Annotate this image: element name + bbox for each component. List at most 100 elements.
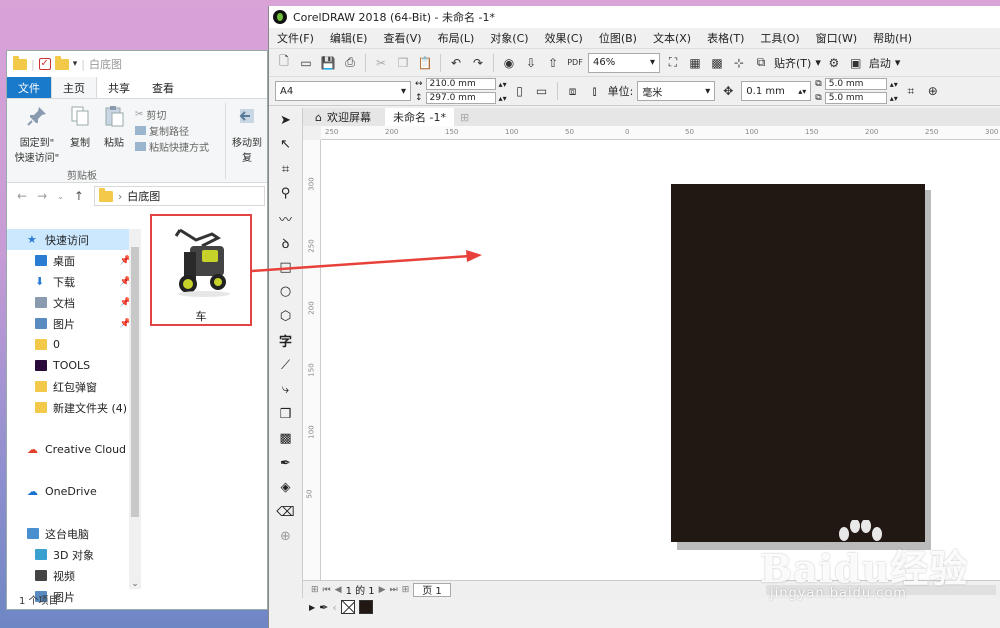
scrollbar-thumb[interactable] [131, 247, 139, 517]
save-icon[interactable]: 💾 [319, 54, 337, 72]
tab-view[interactable]: 查看 [141, 77, 185, 98]
tab-welcome-screen[interactable]: ⌂ 欢迎屏幕 [307, 108, 379, 126]
next-page-icon[interactable]: ▶ [379, 585, 386, 595]
spinner-icon[interactable]: ▴▾ [890, 80, 898, 89]
menu-item[interactable]: 编辑(E) [322, 30, 376, 46]
text-tool-icon[interactable]: 字 [269, 329, 302, 354]
new-folder-icon[interactable] [54, 55, 69, 70]
up-arrow-icon[interactable]: ↑ [74, 189, 84, 203]
print-icon[interactable]: ⎙ [341, 54, 359, 72]
menu-item[interactable]: 表格(T) [699, 30, 752, 46]
launch-button[interactable]: 启动 [869, 55, 891, 71]
nudge-distance-input[interactable]: 0.1 mm ▴▾ [741, 81, 812, 101]
import-icon[interactable]: ⇩ [522, 54, 540, 72]
pdf-icon[interactable]: PDF [566, 54, 584, 72]
tab-untitled-document[interactable]: 未命名 -1* [384, 108, 454, 126]
menu-item[interactable]: 文件(F) [269, 30, 322, 46]
menu-item[interactable]: 对象(C) [482, 30, 536, 46]
nav-item[interactable]: ★ 快速访问 [7, 229, 137, 250]
portrait-icon[interactable]: ▯ [511, 82, 529, 100]
quick-access-dropdown-icon[interactable]: ▾ [73, 59, 78, 69]
nav-item[interactable]: 视频 [7, 565, 137, 586]
spinner-icon[interactable]: ▴▾ [499, 80, 507, 89]
nav-item[interactable]: 新建文件夹 (4) [7, 397, 137, 418]
navigation-scrollbar[interactable]: ⌄ [129, 229, 141, 589]
menu-item[interactable]: 文本(X) [645, 30, 699, 46]
page-width-input[interactable]: 210.0 mm [425, 78, 496, 90]
last-page-icon[interactable]: ⏭ [390, 585, 398, 595]
nav-item[interactable]: 红包弹窗 [7, 376, 137, 397]
artistic-media-icon[interactable]: ꝺ [269, 231, 302, 256]
freehand-tool-icon[interactable]: 〰 [269, 206, 302, 231]
drop-shadow-icon[interactable]: ❒ [269, 402, 302, 427]
page-height-input[interactable]: 297.0 mm [425, 92, 496, 104]
nav-item[interactable]: 0 [7, 334, 137, 355]
menu-item[interactable]: 位图(B) [591, 30, 645, 46]
back-arrow-icon[interactable]: ← [17, 189, 27, 203]
horizontal-ruler[interactable]: 25020015010050050100150200250300350 [321, 126, 1000, 140]
undo-icon[interactable]: ↶ [447, 54, 465, 72]
show-guidelines-icon[interactable]: ⊹ [730, 54, 748, 72]
no-color-swatch[interactable] [340, 600, 355, 614]
menu-item[interactable]: 工具(O) [752, 30, 807, 46]
nav-item[interactable]: 文档 📌 [7, 292, 137, 313]
rectangle-tool-icon[interactable]: □ [269, 255, 302, 280]
scroll-down-icon[interactable]: ⌄ [129, 579, 141, 589]
file-item-car[interactable]: 车 [150, 214, 252, 326]
landscape-icon[interactable]: ▭ [533, 82, 551, 100]
parallel-dimension-icon[interactable]: ⟋ [269, 353, 302, 378]
zoom-level-combo[interactable]: 46% ▾ [588, 52, 660, 73]
ellipse-tool-icon[interactable]: ○ [269, 280, 302, 305]
tab-share[interactable]: 共享 [97, 77, 141, 98]
paste-icon[interactable]: 📋 [416, 54, 434, 72]
shape-tool-icon[interactable]: ↖ [269, 133, 302, 158]
show-rulers-icon[interactable]: ▦ [686, 54, 704, 72]
tab-home[interactable]: 主页 [51, 77, 97, 98]
menu-item[interactable]: 布局(L) [430, 30, 483, 46]
nav-item[interactable]: 这台电脑 [7, 523, 137, 544]
gear-icon[interactable]: ⚙ [825, 54, 843, 72]
spinner-icon[interactable]: ▴▾ [890, 94, 898, 103]
zoom-tool-icon[interactable]: ⚲ [269, 182, 302, 207]
vertical-ruler[interactable]: 300 250 200 150 100 50 [303, 140, 321, 580]
eyedropper-tool-icon[interactable]: ✒ [269, 451, 302, 476]
pin-to-quick-access-button[interactable]: 固定到" 快速访问" [11, 105, 63, 164]
add-tool-icon[interactable]: ⊕ [269, 525, 302, 550]
first-page-icon[interactable]: ⏮ [323, 585, 331, 595]
menu-item[interactable]: 查看(V) [375, 30, 429, 46]
redo-icon[interactable]: ↷ [469, 54, 487, 72]
palette-arrow-icon[interactable]: ▶ [309, 603, 315, 612]
add-page-icon[interactable]: ⊞ [311, 585, 319, 595]
address-bar[interactable]: › 白底图 [93, 186, 265, 206]
copy-icon[interactable]: ❐ [394, 54, 412, 72]
nav-item[interactable]: 3D 对象 [7, 544, 137, 565]
interactive-fill-icon[interactable]: ◈ [269, 476, 302, 501]
show-grid-icon[interactable]: ▩ [708, 54, 726, 72]
color-swatch[interactable] [358, 600, 373, 614]
move-to-button[interactable]: 移动到 复 [227, 105, 267, 164]
nav-item[interactable]: 图片 📌 [7, 313, 137, 334]
cut-icon[interactable]: ✂ [372, 54, 390, 72]
nav-item[interactable]: ⬇ 下载 📌 [7, 271, 137, 292]
nav-item[interactable]: ☁ OneDrive [7, 481, 137, 502]
export-icon[interactable]: ⇧ [544, 54, 562, 72]
prev-page-icon[interactable]: ◀ [335, 585, 342, 595]
open-folder-icon[interactable]: ▭ [297, 54, 315, 72]
dup-y-input[interactable]: 5.0 mm [824, 92, 887, 104]
search-content-icon[interactable]: ◉ [500, 54, 518, 72]
all-pages-icon[interactable]: ⧈ [564, 82, 582, 100]
chevron-down-icon[interactable]: ▾ [815, 56, 821, 69]
chevron-down-icon[interactable]: ▾ [895, 56, 901, 69]
new-document-icon[interactable]: 🗋 [275, 54, 293, 72]
properties-icon[interactable]: ✓ [38, 58, 51, 70]
nav-item[interactable]: TOOLS [7, 355, 137, 376]
crop-tool-icon[interactable]: ⌗ [269, 157, 302, 182]
add-icon[interactable]: ⊕ [924, 82, 942, 100]
dup-x-input[interactable]: 5.0 mm [824, 78, 887, 90]
polygon-tool-icon[interactable]: ⬡ [269, 304, 302, 329]
page-tab-1[interactable]: 页 1 [413, 582, 451, 597]
copy-button[interactable]: 复制 [65, 105, 95, 149]
forward-arrow-icon[interactable]: → [37, 189, 47, 203]
current-page-icon[interactable]: ⫾ [586, 82, 604, 100]
launch-icon[interactable]: ▣ [847, 54, 865, 72]
